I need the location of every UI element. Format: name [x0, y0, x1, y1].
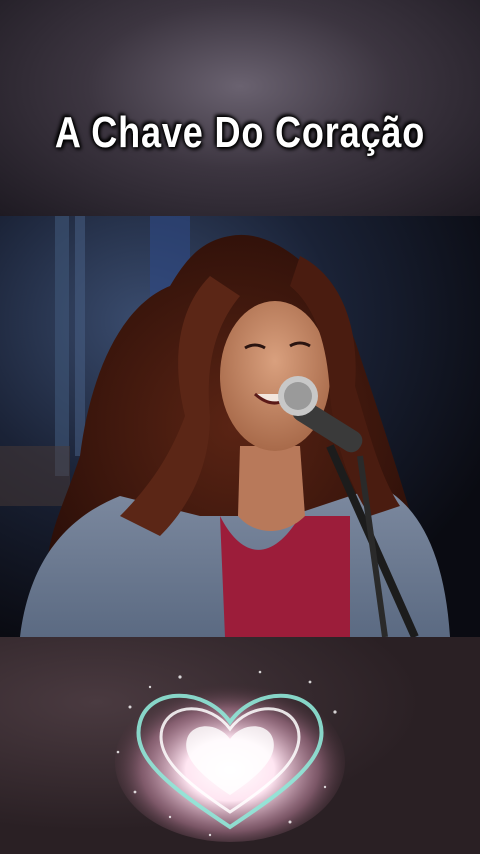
- video-frame: A Chave Do Coração: [0, 0, 480, 854]
- singer-photo: [0, 216, 480, 637]
- singer-illustration: [0, 216, 480, 637]
- heart-icon: [110, 667, 350, 842]
- title-banner: A Chave Do Coração: [0, 0, 480, 216]
- video-title: A Chave Do Coração: [54, 108, 426, 157]
- decoration-banner: [0, 637, 480, 854]
